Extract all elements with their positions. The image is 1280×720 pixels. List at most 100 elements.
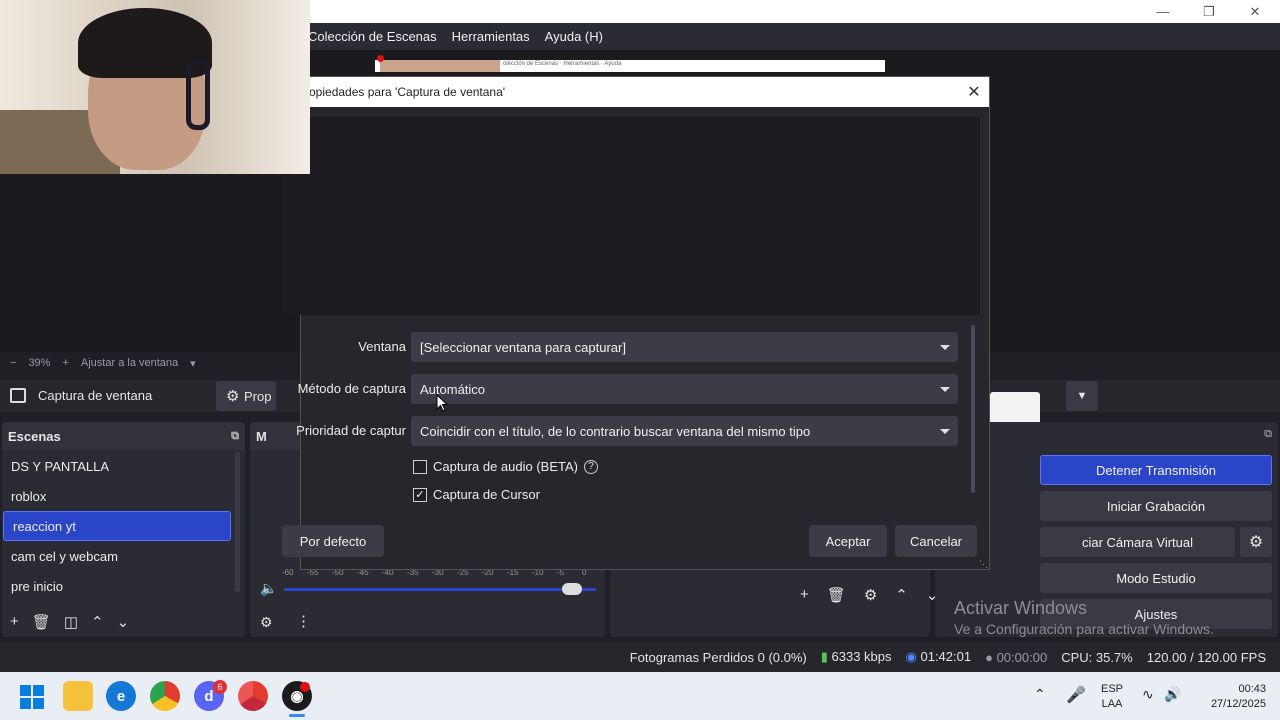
chrome-icon[interactable]	[150, 681, 180, 711]
window-select-value: [Seleccionar ventana para capturar]	[420, 339, 626, 355]
checkbox-checked[interactable]: ✓	[413, 487, 427, 502]
dialog-scrollbar[interactable]	[971, 325, 975, 493]
edge-browser-icon[interactable]: e	[106, 681, 136, 711]
virtual-camera-button[interactable]: ciar Cámara Virtual	[1040, 527, 1235, 557]
zoom-in-icon[interactable]: +	[62, 357, 68, 369]
chevron-down-icon[interactable]: ⌄	[117, 613, 130, 631]
properties-dialog: opiedades para 'Captura de ventana' ✕ Ve…	[282, 76, 990, 570]
active-app-indicator	[289, 714, 305, 717]
dialog-title: opiedades para 'Captura de ventana'	[309, 85, 506, 99]
rec-time: ● 00:00:00	[985, 650, 1047, 665]
chevron-down-icon	[940, 345, 950, 350]
clock[interactable]: 00:43 27/12/2025	[1190, 682, 1266, 712]
checkbox-unchecked[interactable]	[413, 459, 427, 474]
wifi-icon[interactable]: ∿	[1142, 686, 1154, 703]
transition-dropdown[interactable]	[990, 392, 1040, 422]
zoom-fit-label[interactable]: Ajustar a la ventana	[81, 357, 178, 369]
mouse-cursor-icon	[436, 394, 448, 412]
preview-capture-image: olección de Escenas · Herramientas · Ayu…	[375, 60, 885, 72]
windows-start-icon[interactable]	[20, 685, 44, 709]
capture-priority-label: Prioridad de captur	[296, 423, 406, 438]
chrome-profile-icon[interactable]	[238, 681, 268, 711]
undock-icon[interactable]: ⧉	[231, 430, 239, 443]
menu-dots-icon[interactable]: ⋮	[296, 612, 311, 630]
chevron-up-icon[interactable]: ⌃	[91, 613, 104, 631]
menu-scene-collection[interactable]: Colección de Escenas	[308, 29, 437, 44]
scene-item[interactable]: roblox	[2, 481, 245, 511]
language-indicator[interactable]: ESP LAA	[1096, 682, 1128, 712]
source-name: Captura de ventana	[38, 388, 153, 403]
resize-grip-icon[interactable]: ⋱	[979, 559, 988, 570]
dropped-frames: Fotogramas Perdidos 0 (0.0%)	[629, 649, 807, 665]
close-icon[interactable]: ✕	[959, 77, 989, 107]
gear-icon[interactable]: ⚙	[864, 586, 877, 604]
watermark-title: Activar Windows	[954, 598, 1088, 618]
close-icon[interactable]: ✕	[1232, 0, 1278, 23]
minimize-icon[interactable]: —	[1140, 0, 1186, 23]
trash-icon[interactable]: 🗑	[32, 613, 51, 631]
add-icon[interactable]: +	[10, 613, 19, 631]
scenes-panel: Escenas ⧉ DS Y PANTALLA roblox reaccion …	[2, 422, 245, 637]
gear-icon[interactable]: ⚙	[260, 614, 273, 631]
volume-slider[interactable]	[284, 583, 596, 595]
gear-icon[interactable]: ⚙	[1240, 527, 1272, 557]
broadcast-icon: ◉	[905, 649, 917, 664]
properties-button[interactable]: ⚙ Prop	[216, 381, 276, 411]
capture-method-select[interactable]: Automático	[411, 374, 958, 404]
chevron-down-icon	[940, 429, 950, 434]
audio-capture-checkbox[interactable]: Captura de audio (BETA) ?	[413, 459, 598, 474]
dialog-preview	[282, 117, 980, 315]
filter-icon[interactable]: ◫	[64, 613, 78, 631]
undock-icon[interactable]: ⧉	[1264, 428, 1272, 441]
menu-help[interactable]: Ayuda (H)	[545, 29, 603, 44]
speaker-icon[interactable]: 🔈	[260, 580, 277, 597]
recording-dot-icon	[377, 55, 384, 62]
microphone-icon[interactable]: 🎤	[1066, 685, 1086, 705]
capture-method-label: Método de captura	[297, 381, 406, 396]
scene-list: DS Y PANTALLA roblox reaccion yt cam cel…	[2, 450, 245, 601]
scenes-scrollbar[interactable]	[235, 452, 240, 592]
cancel-button[interactable]: Cancelar	[895, 525, 977, 557]
clock-time: 00:43	[1238, 683, 1266, 695]
cursor-capture-checkbox[interactable]: ✓ Captura de Cursor	[413, 487, 540, 502]
window-source-icon	[10, 388, 26, 403]
defaults-button[interactable]: Por defecto	[282, 525, 384, 557]
maximize-icon[interactable]: ❐	[1186, 0, 1232, 23]
trash-icon[interactable]: 🗑	[827, 586, 846, 604]
scenes-title: Escenas	[8, 428, 61, 444]
chevron-up-icon[interactable]: ⌃	[895, 586, 908, 604]
menu-tools[interactable]: Herramientas	[452, 29, 530, 44]
webcam-overlay	[0, 0, 310, 174]
chevron-up-icon[interactable]: ⌃	[1034, 686, 1046, 703]
headphones-icon	[186, 60, 210, 130]
zoom-out-icon[interactable]: −	[10, 357, 16, 369]
volume-slider-knob[interactable]	[562, 583, 583, 595]
file-explorer-icon[interactable]	[63, 681, 93, 711]
window-label: Ventana	[358, 339, 406, 354]
notification-badge: 6	[213, 680, 227, 694]
taskbar	[0, 672, 1280, 720]
chevron-down-icon[interactable]: ▼	[1066, 381, 1098, 411]
scenes-panel-header: Escenas ⧉	[2, 422, 245, 450]
studio-mode-button[interactable]: Modo Estudio	[1040, 563, 1272, 593]
volume-icon[interactable]: 🔊	[1164, 686, 1181, 703]
capture-priority-select[interactable]: Coincidir con el título, de lo contrario…	[411, 416, 958, 446]
help-icon[interactable]: ?	[584, 459, 598, 474]
add-icon[interactable]: +	[800, 586, 809, 604]
mixer-title: M	[256, 428, 267, 444]
zoom-percent: 39%	[28, 357, 51, 369]
layout-code: LAA	[1101, 698, 1123, 710]
accept-button[interactable]: Aceptar	[809, 525, 887, 557]
start-recording-button[interactable]: Iniciar Grabación	[1040, 491, 1272, 521]
window-select[interactable]: [Seleccionar ventana para capturar]	[411, 332, 958, 362]
bitrate: ▮ 6333 kbps	[821, 649, 892, 665]
scene-item-active[interactable]: reaccion yt	[3, 511, 231, 541]
gear-icon: ⚙	[226, 388, 240, 405]
scene-item[interactable]: DS Y PANTALLA	[2, 451, 245, 481]
scene-item[interactable]: cam cel y webcam	[2, 541, 245, 571]
stop-stream-button[interactable]: Detener Transmisión	[1040, 455, 1272, 485]
chevron-down-icon[interactable]: ▾	[190, 357, 196, 370]
scene-item[interactable]: pre inicio	[2, 571, 245, 601]
audio-capture-label: Captura de audio (BETA)	[433, 459, 578, 474]
activation-watermark: Activar Windows Ve a Configuración para …	[954, 598, 1214, 637]
